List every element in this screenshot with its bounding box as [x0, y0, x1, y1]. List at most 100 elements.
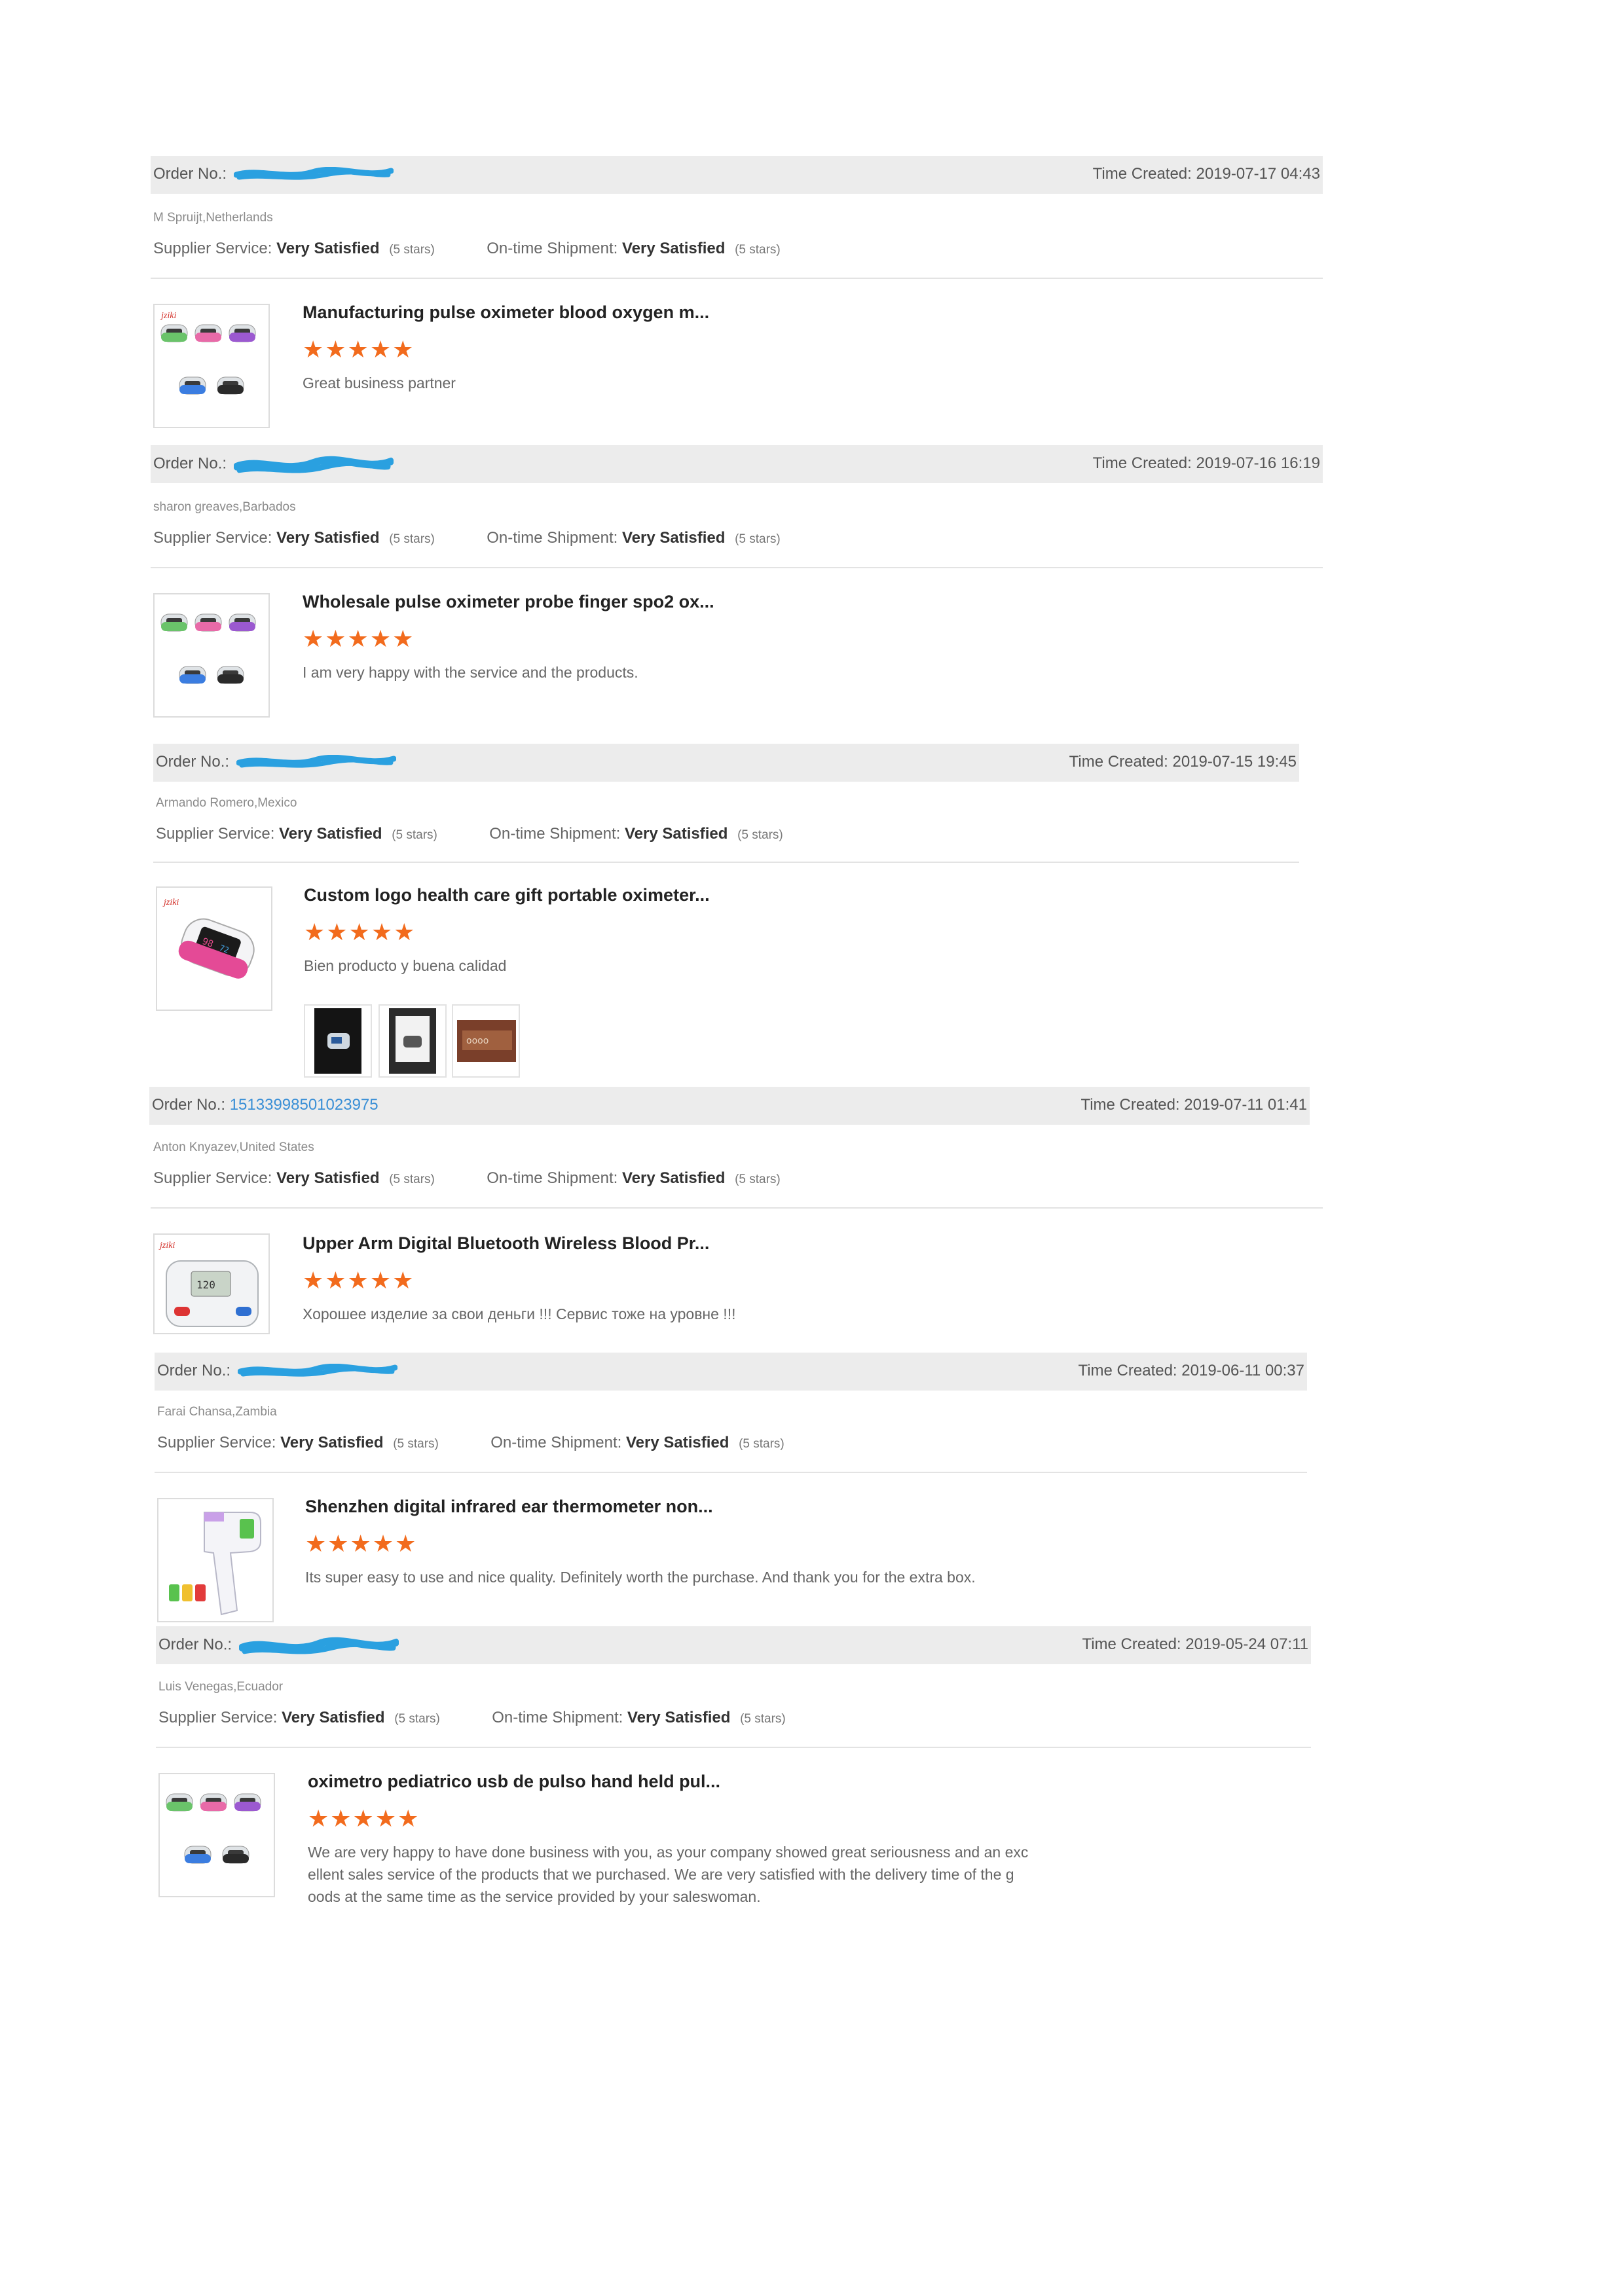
- pulse-oximeter-set-icon: jziki: [160, 311, 256, 395]
- buyer-name: M Spruijt,Netherlands: [153, 211, 273, 225]
- supplier-service-label: Supplier Service:: [153, 240, 272, 257]
- supplier-service-stars: (5 stars): [389, 1173, 435, 1186]
- star-rating: ★★★★★: [303, 625, 415, 652]
- review-comment: Хорошее изделие за свои деньги !!! Серви…: [303, 1305, 736, 1322]
- supplier-service-label: Supplier Service:: [153, 529, 272, 547]
- shipment-label: On-time Shipment:: [490, 1434, 622, 1451]
- photo-device-dark-icon: [314, 1008, 361, 1074]
- shipment-value: Very Satisfied: [627, 1709, 731, 1726]
- product-thumbnail[interactable]: [157, 1498, 274, 1622]
- shipment-stars: (5 stars): [739, 1437, 784, 1451]
- time-created-label: Time Created:: [1078, 1362, 1177, 1379]
- time-created-label: Time Created:: [1080, 1096, 1180, 1114]
- supplier-service-label: Supplier Service:: [157, 1434, 276, 1451]
- star-rating: ★★★★★: [305, 1530, 418, 1557]
- product-title[interactable]: Custom logo health care gift portable ox…: [304, 885, 710, 905]
- redaction-mark: [234, 454, 394, 474]
- review-photo[interactable]: oooo: [452, 1004, 520, 1078]
- order-number-link[interactable]: 15133998501023975: [230, 1096, 378, 1114]
- redaction-mark: [238, 1364, 397, 1379]
- pulse-oximeter-set-icon: [160, 613, 256, 684]
- redaction-mark: [239, 1635, 399, 1655]
- shipment-stars: (5 stars): [735, 532, 781, 546]
- review-photo[interactable]: [304, 1004, 372, 1078]
- supplier-service-value: Very Satisfied: [276, 240, 380, 257]
- product-title[interactable]: Shenzhen digital infrared ear thermomete…: [305, 1497, 713, 1517]
- supplier-service-stars: (5 stars): [394, 1712, 440, 1726]
- service-ratings: Supplier Service: Very Satisfied (5 star…: [158, 1709, 786, 1727]
- review-comment: Great business partner: [303, 374, 456, 392]
- shipment-value: Very Satisfied: [624, 825, 728, 843]
- supplier-service-stars: (5 stars): [389, 532, 435, 546]
- product-title[interactable]: Manufacturing pulse oximeter blood oxyge…: [303, 302, 709, 323]
- svg-text:jziki: jziki: [162, 898, 179, 907]
- review-comment: We are very happy to have done business …: [308, 1841, 1028, 1908]
- divider: [153, 862, 1299, 863]
- product-thumbnail[interactable]: jziki 120: [153, 1233, 270, 1334]
- star-rating: ★★★★★: [308, 1805, 420, 1832]
- supplier-service-label: Supplier Service:: [153, 1169, 272, 1187]
- redaction-mark: [236, 755, 396, 771]
- time-created-value: 2019-07-11 01:41: [1184, 1096, 1307, 1114]
- product-thumbnail[interactable]: [158, 1773, 275, 1897]
- supplier-service-value: Very Satisfied: [276, 529, 380, 547]
- shipment-value: Very Satisfied: [621, 240, 726, 257]
- product-title[interactable]: oximetro pediatrico usb de pulso hand he…: [308, 1772, 720, 1792]
- order-bar: Order No.: Time Created: 2019-07-15 19:4…: [153, 744, 1299, 782]
- shipment-label: On-time Shipment:: [487, 240, 618, 257]
- shipment-stars: (5 stars): [735, 243, 781, 257]
- redaction-mark: [234, 167, 394, 183]
- buyer-name: Anton Knyazev,United States: [153, 1140, 314, 1154]
- svg-text:jziki: jziki: [158, 1241, 175, 1250]
- supplier-service-label: Supplier Service:: [158, 1709, 278, 1726]
- time-created-value: 2019-05-24 07:11: [1185, 1635, 1308, 1653]
- supplier-service-stars: (5 stars): [393, 1437, 439, 1451]
- blood-pressure-monitor-icon: jziki 120: [158, 1241, 259, 1327]
- order-bar: Order No.: Time Created: 2019-06-11 00:3…: [155, 1353, 1307, 1391]
- star-rating: ★★★★★: [303, 336, 415, 363]
- shipment-value: Very Satisfied: [621, 1169, 726, 1187]
- buyer-name: Luis Venegas,Ecuador: [158, 1680, 284, 1694]
- time-created-value: 2019-06-11 00:37: [1181, 1362, 1304, 1379]
- review-comment-line: oods at the same time as the service pro…: [308, 1888, 761, 1905]
- shipment-label: On-time Shipment:: [492, 1709, 623, 1726]
- time-created-label: Time Created:: [1069, 753, 1168, 771]
- product-thumbnail[interactable]: [153, 593, 270, 718]
- time-created-label: Time Created:: [1082, 1635, 1181, 1653]
- pulse-oximeter-set-icon: [166, 1793, 261, 1864]
- service-ratings: Supplier Service: Very Satisfied (5 star…: [153, 240, 781, 258]
- shipment-value: Very Satisfied: [621, 529, 726, 547]
- shipment-stars: (5 stars): [740, 1712, 786, 1726]
- service-ratings: Supplier Service: Very Satisfied (5 star…: [153, 529, 781, 547]
- review-photo[interactable]: [378, 1004, 447, 1078]
- buyer-name: Farai Chansa,Zambia: [157, 1405, 277, 1419]
- shipment-stars: (5 stars): [737, 828, 783, 842]
- time-created-value: 2019-07-15 19:45: [1172, 753, 1297, 771]
- order-no-label: Order No.:: [153, 454, 227, 473]
- star-rating: ★★★★★: [304, 919, 416, 945]
- shipment-stars: (5 stars): [735, 1173, 781, 1186]
- order-bar: Order No.: Time Created: 2019-07-17 04:4…: [151, 156, 1323, 194]
- supplier-service-value: Very Satisfied: [282, 1709, 385, 1726]
- divider: [151, 1207, 1323, 1209]
- shipment-label: On-time Shipment:: [487, 1169, 618, 1187]
- product-title[interactable]: Wholesale pulse oximeter probe finger sp…: [303, 592, 714, 612]
- buyer-name: Armando Romero,Mexico: [156, 796, 297, 810]
- divider: [151, 567, 1323, 568]
- supplier-service-stars: (5 stars): [392, 828, 437, 842]
- svg-text:oooo: oooo: [466, 1036, 489, 1046]
- photo-packaging-icon: oooo: [457, 1020, 516, 1062]
- supplier-service-value: Very Satisfied: [279, 825, 382, 843]
- product-thumbnail[interactable]: jziki 98 72: [156, 886, 272, 1011]
- photo-device-box-icon: [389, 1008, 436, 1074]
- time-created-value: 2019-07-16 16:19: [1196, 454, 1321, 472]
- order-bar: Order No.: Time Created: 2019-07-16 16:1…: [151, 445, 1323, 483]
- svg-text:120: 120: [196, 1279, 215, 1291]
- product-thumbnail[interactable]: jziki: [153, 304, 270, 428]
- order-no-label: Order No.:: [152, 1096, 226, 1114]
- order-bar: Order No.: 15133998501023975 Time Create…: [149, 1087, 1310, 1125]
- review-comment-line: We are very happy to have done business …: [308, 1844, 1029, 1861]
- product-title[interactable]: Upper Arm Digital Bluetooth Wireless Blo…: [303, 1233, 709, 1254]
- service-ratings: Supplier Service: Very Satisfied (5 star…: [153, 1169, 781, 1188]
- shipment-label: On-time Shipment:: [489, 825, 621, 843]
